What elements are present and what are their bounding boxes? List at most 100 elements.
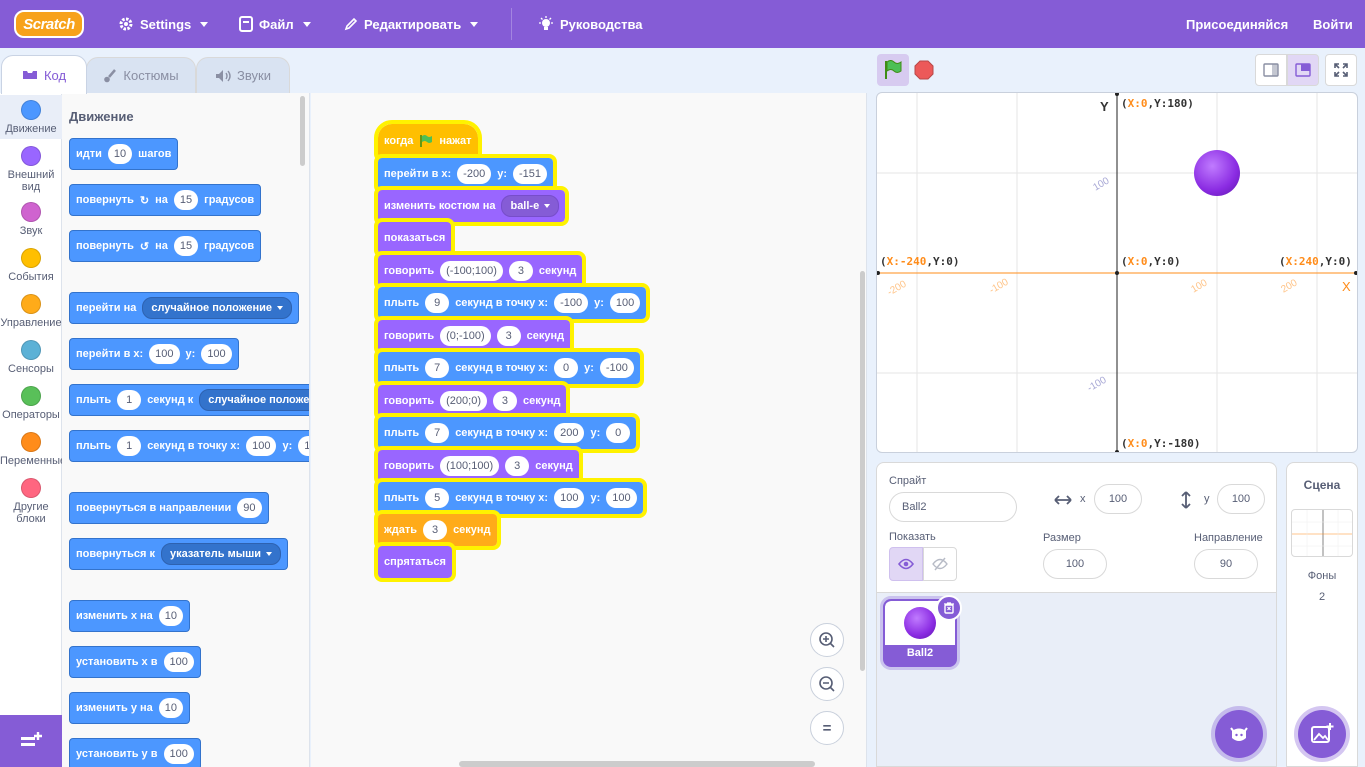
sprite-info-panel: Спрайт Ball2 x 100 y 100 Показать Размер…: [876, 462, 1277, 593]
block-change-x[interactable]: изменить x на 10: [69, 600, 191, 632]
block-show[interactable]: показаться: [373, 218, 456, 258]
category-sensing[interactable]: Сенсоры: [0, 340, 62, 375]
tutorials-menu[interactable]: Руководства: [538, 0, 643, 48]
zoom-out-button[interactable]: [810, 667, 844, 701]
x-input[interactable]: 100: [1094, 484, 1142, 514]
zoom-reset-button[interactable]: =: [810, 711, 844, 745]
block-say-for-secs[interactable]: говорить (0;-100) 3 секунд: [373, 316, 575, 356]
block-point-in-direction[interactable]: повернуться в направлении 90: [69, 492, 269, 524]
vertical-arrows-icon: [1181, 491, 1191, 509]
palette-scrollbar[interactable]: [300, 96, 305, 166]
block-switch-costume[interactable]: изменить костюм на ball-e: [373, 186, 570, 226]
vertical-scrollbar[interactable]: [860, 271, 865, 671]
block-glide-to-xy[interactable]: плыть 7 секунд в точку x: 0 y: -100: [374, 348, 644, 388]
block-wait[interactable]: ждать 3 секунд: [374, 510, 501, 550]
block-go-to[interactable]: перейти на случайное положение: [69, 292, 300, 324]
file-icon: [239, 16, 253, 32]
file-label: Файл: [259, 16, 294, 32]
large-stage-button[interactable]: [1287, 54, 1319, 86]
category-myblocks[interactable]: Другие блоки: [0, 478, 62, 525]
stage-thumbnail[interactable]: [1291, 509, 1353, 557]
add-extension-button[interactable]: [0, 715, 62, 767]
edit-menu[interactable]: Редактировать: [344, 0, 479, 48]
block-turn-left[interactable]: повернуть ↺ на 15 градусов: [69, 230, 262, 262]
tab-sounds[interactable]: Звуки: [196, 57, 290, 93]
category-operators[interactable]: Операторы: [0, 386, 62, 421]
edit-label: Редактировать: [364, 16, 462, 32]
category-label: Звук: [19, 225, 43, 237]
chevron-down-icon: [277, 306, 284, 310]
stage-canvas[interactable]: (X:0,Y:180) (X:0,Y:-180) (X:-240,Y:0) (X…: [876, 92, 1358, 453]
rotate-cw-icon: ↻: [139, 194, 150, 207]
category-looks[interactable]: Внешний вид: [0, 144, 62, 193]
fullscreen-button[interactable]: [1325, 54, 1357, 86]
block-change-y[interactable]: изменить y на 10: [69, 692, 191, 724]
category-events[interactable]: События: [0, 248, 62, 283]
settings-label: Settings: [140, 16, 192, 32]
direction-input[interactable]: 90: [1194, 549, 1258, 579]
settings-menu[interactable]: Settings: [118, 0, 209, 48]
small-stage-icon: [1263, 63, 1279, 77]
block-set-x[interactable]: установить x в 100: [69, 646, 201, 678]
myblocks-dot-icon: [21, 478, 41, 498]
control-dot-icon: [21, 294, 41, 314]
tab-code-label: Код: [43, 67, 67, 83]
sprite-ball[interactable]: [1194, 150, 1240, 196]
block-when-flag-clicked[interactable]: когда нажат: [374, 120, 482, 162]
script-area[interactable]: когда нажат перейти в x: -200 y: -151 измени…: [311, 93, 867, 767]
scratch-logo[interactable]: Scratch: [14, 10, 84, 38]
block-go-to-xy[interactable]: перейти в x: 100 y: 100: [69, 338, 239, 370]
block-glide-to-xy[interactable]: плыть 9 секунд в точку x: -100 y: 100: [373, 283, 651, 323]
block-move-steps[interactable]: идти 10 шагов: [69, 138, 179, 170]
horizontal-arrows-icon: [1054, 495, 1072, 505]
horizontal-scrollbar[interactable]: [459, 761, 815, 767]
zoom-in-button[interactable]: [810, 623, 844, 657]
choose-sprite-button[interactable]: [1215, 710, 1263, 758]
delete-sprite-button[interactable]: [936, 595, 962, 621]
block-palette: Движение идти 10 шагов повернуть ↻ на 15 граду…: [62, 93, 310, 767]
category-control[interactable]: Управление: [0, 294, 62, 329]
pencil-icon: [344, 17, 358, 31]
join-link[interactable]: Присоединяйся: [1186, 0, 1288, 48]
chevron-down-icon: [544, 204, 551, 208]
signin-link[interactable]: Войти: [1313, 0, 1353, 48]
category-sound[interactable]: Звук: [0, 202, 62, 237]
motion-dot-icon: [21, 100, 41, 120]
stage-target-panel[interactable]: Сцена Фоны 2: [1286, 462, 1358, 767]
size-input[interactable]: 100: [1043, 549, 1107, 579]
tab-sounds-label: Звуки: [237, 68, 271, 83]
block-say-for-secs[interactable]: говорить (-100;100) 3 секунд: [373, 251, 587, 291]
sprite-name-input[interactable]: Ball2: [889, 492, 1017, 522]
show-visible-button[interactable]: [889, 547, 923, 581]
rotate-ccw-icon: ↺: [139, 240, 150, 253]
block-glide-to[interactable]: плыть1секунд кслучайное положение: [69, 384, 309, 416]
block-hide[interactable]: спрятаться: [374, 542, 456, 582]
choose-backdrop-button[interactable]: [1298, 710, 1346, 758]
block-glide-to-xy[interactable]: плыть 5 секунд в точку x: 100 y: 100: [374, 478, 647, 518]
tab-code[interactable]: Код: [1, 55, 87, 94]
category-motion[interactable]: Движение: [0, 95, 62, 139]
image-add-icon: [1311, 723, 1334, 743]
small-stage-button[interactable]: [1255, 54, 1287, 86]
block-go-to-xy[interactable]: перейти в x: -200 y: -151: [373, 154, 558, 194]
coord-center: (X:0,Y:0): [1121, 255, 1181, 268]
green-flag-button[interactable]: [877, 54, 909, 86]
block-say-for-secs[interactable]: говорить (200;0) 3 секунд: [373, 381, 571, 421]
stop-button[interactable]: [908, 54, 940, 86]
stage-grid: [877, 93, 1357, 452]
category-label: Другие блоки: [13, 501, 49, 525]
tab-costumes[interactable]: Костюмы: [86, 57, 196, 93]
block-point-towards[interactable]: повернуться к указатель мыши: [69, 538, 289, 570]
block-glide-to-xy[interactable]: плыть1секунд в точку x:100y:100: [69, 430, 309, 462]
file-menu[interactable]: Файл: [239, 0, 311, 48]
block-set-y[interactable]: установить y в 100: [69, 738, 201, 767]
category-variables[interactable]: Переменные: [0, 432, 66, 467]
tutorials-label: Руководства: [560, 16, 643, 32]
stage-panel-title: Сцена: [1303, 478, 1341, 492]
block-turn-right[interactable]: повернуть ↻ на 15 градусов: [69, 184, 262, 216]
block-say-for-secs[interactable]: говорить (100;100) 3 секунд: [374, 446, 583, 486]
direction-label: Направление: [1194, 532, 1263, 544]
block-glide-to-xy[interactable]: плыть 7 секунд в точку x: 200 y: 0: [373, 413, 641, 453]
y-input[interactable]: 100: [1217, 484, 1265, 514]
show-hidden-button[interactable]: [923, 547, 957, 581]
